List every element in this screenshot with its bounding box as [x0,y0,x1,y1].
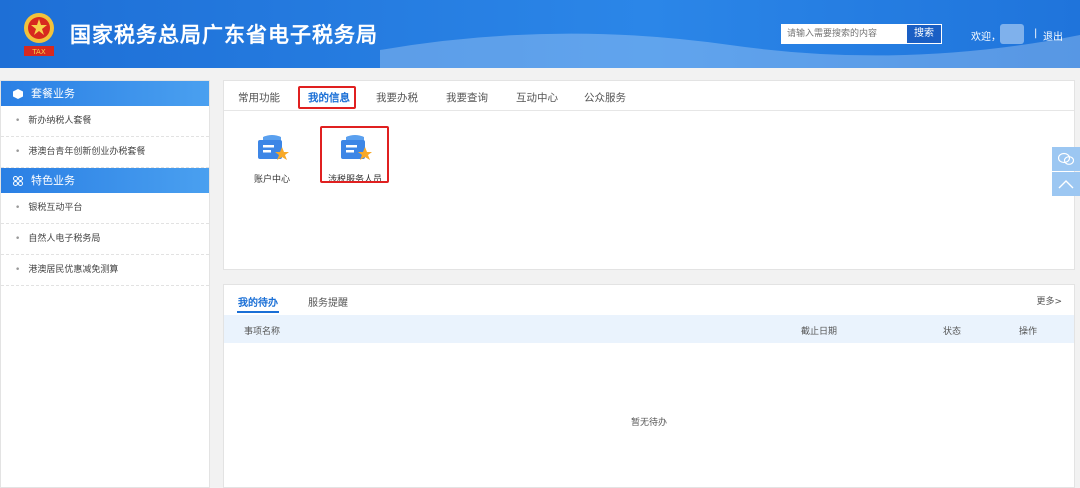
sidebar-item-natural-person[interactable]: • 自然人电子税务局 [1,224,209,255]
chevron-up-icon [1058,180,1074,189]
col-deadline: 截止日期 [801,327,838,337]
sidebar-item-hk-macao-youth[interactable]: • 港澳台青年创新创业办税套餐 [1,137,209,168]
app-highlight-box [320,126,389,183]
cube-icon [13,88,23,99]
svg-text:TAX: TAX [31,48,46,56]
bullet-icon: • [15,265,21,275]
sidebar: 套餐业务 • 新办纳税人套餐 • 港澳台青年创新创业办税套餐 特色业务 • 银税互动平… [0,80,210,488]
sidebar-section-label: 套餐业务 [31,87,75,100]
todo-table-header: 事项名称 截止日期 状态 操作 [224,315,1074,343]
col-item-name: 事项名称 [244,327,281,337]
bullet-icon: • [15,147,21,157]
grid-icon [13,175,23,186]
sidebar-item-hk-macao-resident[interactable]: • 港澳居民优惠减免测算 [1,255,209,286]
site-title: 国家税务总局广东省电子税务局 [70,23,378,47]
app-label: 账户中心 [253,175,290,185]
col-action: 操作 [1019,327,1038,337]
main-tabs: 常用功能 我的信息 我要办税 我要查询 互动中心 公众服务 [224,81,1074,111]
search-button[interactable]: 搜索 [906,24,942,44]
account-star-icon [258,135,289,160]
todo-tabs: 我的待办 服务提醒 更多> [224,285,1074,315]
tab-public-service[interactable]: 公众服务 [584,90,626,105]
function-panel: 常用功能 我的信息 我要办税 我要查询 互动中心 公众服务 账户中心 涉税服务人… [223,80,1075,270]
sidebar-section-package[interactable]: 套餐业务 [1,81,209,106]
bullet-icon: • [15,116,21,126]
active-tab-underline [237,311,279,313]
logout-link[interactable]: 退出 [1043,28,1063,43]
welcome-text: 欢迎， [971,32,1001,43]
bullet-icon: • [15,234,21,244]
empty-state-text: 暂无待办 [630,418,667,428]
chat-float-button[interactable] [1052,147,1080,171]
sidebar-section-featured[interactable]: 特色业务 [1,168,209,193]
col-status: 状态 [943,327,962,337]
tab-common[interactable]: 常用功能 [238,90,280,105]
tab-highlight-box [298,86,356,109]
app-account-center[interactable]: 账户中心 [246,133,298,185]
sidebar-item-bank-tax[interactable]: • 银税互动平台 [1,193,209,224]
chat-bubble-icon [1058,152,1074,165]
search-input[interactable] [781,24,906,44]
sidebar-item-new-taxpayer[interactable]: • 新办纳税人套餐 [1,106,209,137]
sidebar-section-label: 特色业务 [31,174,75,187]
tab-my-todo[interactable]: 我的待办 [238,294,278,309]
more-link[interactable]: 更多> [1036,294,1062,307]
tab-file-tax[interactable]: 我要办税 [376,90,418,105]
user-name-redacted [1000,24,1024,44]
back-to-top-button[interactable] [1052,172,1080,196]
bullet-icon: • [15,203,21,213]
tab-interaction[interactable]: 互动中心 [516,90,558,105]
page-header: TAX 国家税务总局广东省电子税务局 搜索 欢迎， | 退出 [0,0,1080,68]
tab-query[interactable]: 我要查询 [446,90,488,105]
todo-panel: 我的待办 服务提醒 更多> 事项名称 截止日期 状态 操作 暂无待办 [223,284,1075,488]
tab-service-reminder[interactable]: 服务提醒 [308,294,348,309]
header-separator: | [1034,28,1038,39]
tax-emblem-icon: TAX [24,13,54,56]
